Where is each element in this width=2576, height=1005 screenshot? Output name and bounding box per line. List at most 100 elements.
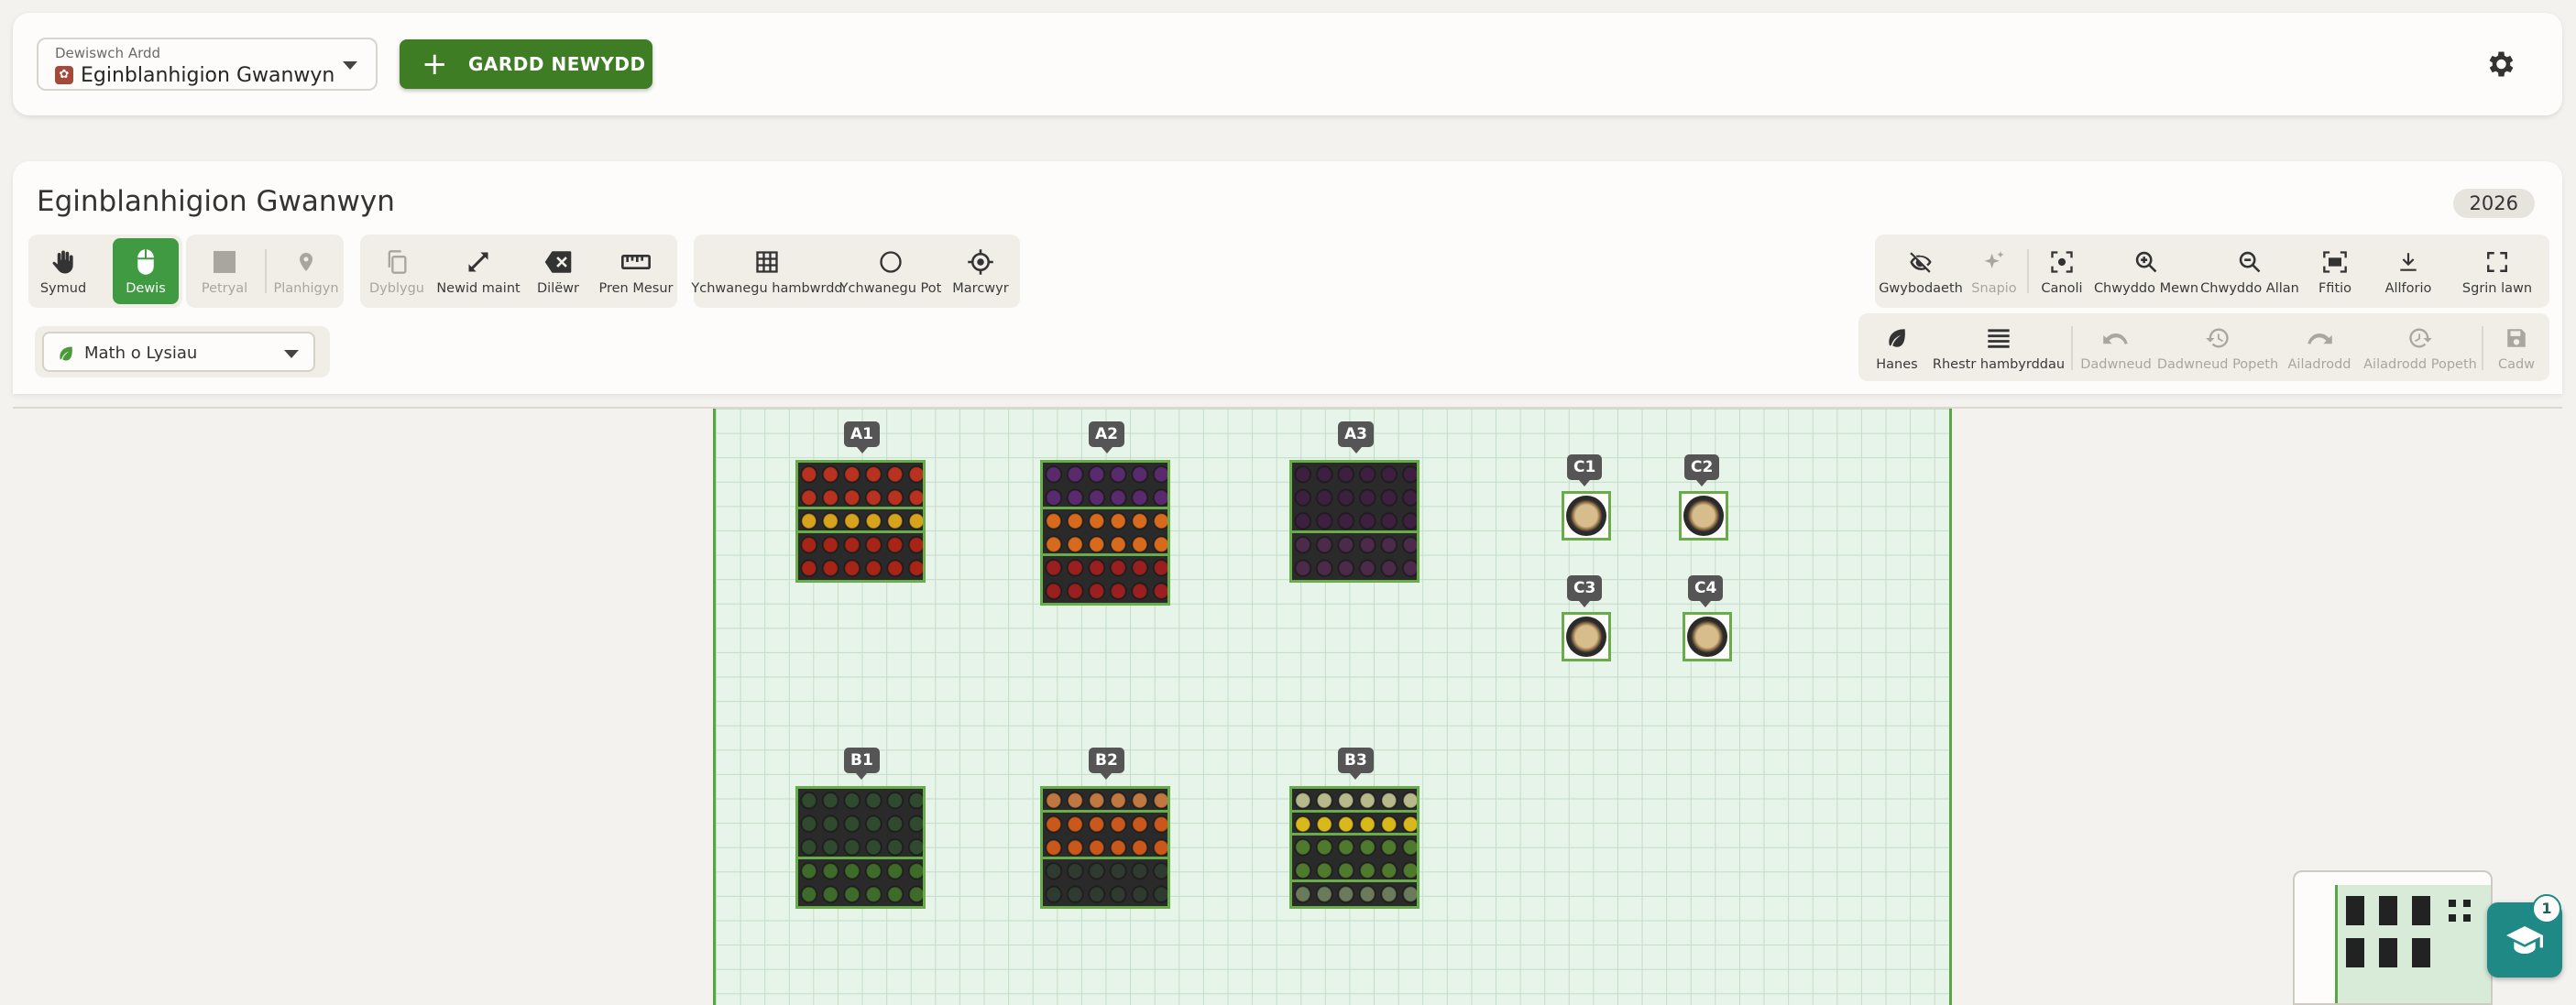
list-icon <box>1983 322 2014 354</box>
pan-tool[interactable]: Symud <box>28 235 98 308</box>
divider <box>265 249 267 293</box>
select-tool[interactable]: Dewis <box>113 238 179 304</box>
resize-tool[interactable]: Newid maint <box>436 235 521 308</box>
tray-section[interactable] <box>798 463 923 509</box>
tray-section[interactable] <box>1043 812 1167 859</box>
seed-tray-a3[interactable] <box>1289 460 1420 583</box>
tray-section[interactable] <box>798 858 923 906</box>
seed-tray-a1[interactable] <box>795 460 926 583</box>
tray-list-label: Rhestr hambyrddau <box>1932 357 2066 372</box>
vegetable-type-select[interactable]: Math o Lysiau <box>35 326 330 377</box>
center-tool[interactable]: Canoli <box>2033 235 2091 308</box>
seed-tray-b3[interactable] <box>1289 786 1420 909</box>
tray-section[interactable] <box>1292 812 1417 836</box>
seed-tray-a2[interactable] <box>1040 460 1170 606</box>
pot-c4[interactable] <box>1683 612 1732 661</box>
backspace-icon <box>543 246 574 278</box>
vegetable-type-field[interactable]: Math o Lysiau <box>42 332 315 372</box>
undo-all-tool[interactable]: Dadwneud Popeth <box>2157 313 2278 381</box>
tool-group-view: Gwybodaeth Snapio Canoli Chwyddo Mewn Ch… <box>1875 235 2549 308</box>
undo-tool[interactable]: Dadwneud <box>2077 313 2155 381</box>
fit-tool[interactable]: Ffitio <box>2302 235 2368 308</box>
plus-icon: + <box>422 46 448 82</box>
zoom-out-tool[interactable]: Chwyddo Allan <box>2200 235 2299 308</box>
snap-tool[interactable]: Snapio <box>1965 235 2023 308</box>
garden-canvas[interactable]: A1 A2 A3 B1 B2 B3 C1 C2 C3 C4 <box>13 407 2562 1005</box>
duplicate-tool[interactable]: Dyblygu <box>360 235 433 308</box>
fullscreen-tool[interactable]: Sgrin lawn <box>2449 235 2546 308</box>
editor-panel: Eginblanhigion Gwanwyn 2026 Symud Dewis … <box>13 161 2562 394</box>
tray-section[interactable] <box>1043 858 1167 906</box>
delete-tool[interactable]: Dilëwr <box>523 235 593 308</box>
grid-icon <box>751 246 783 278</box>
notification-badge: 1 <box>2532 894 2561 923</box>
tray-section[interactable] <box>1292 882 1417 906</box>
history-tool[interactable]: Hanes <box>1866 313 1928 381</box>
tray-section[interactable] <box>798 532 923 580</box>
tray-section[interactable] <box>798 509 923 533</box>
plant-tool[interactable]: Planhigyn <box>269 235 344 308</box>
tray-section[interactable] <box>1043 463 1167 509</box>
snap-label: Snapio <box>1971 281 2017 296</box>
zoom-in-tool[interactable]: Chwyddo Mewn <box>2094 235 2198 308</box>
tray-section[interactable] <box>1292 789 1417 813</box>
tray-section[interactable] <box>1292 463 1417 533</box>
tray-section[interactable] <box>798 789 923 859</box>
tray-section[interactable] <box>1292 836 1417 882</box>
divider <box>2482 326 2483 370</box>
tool-group-add: Ychwanegu hambwrdd Ychwanegu Pot Marcwyr <box>691 235 1020 308</box>
add-pot-label: Ychwanegu Pot <box>839 281 942 296</box>
redo-tool[interactable]: Ailadrodd <box>2280 313 2359 381</box>
ruler-tool[interactable]: Pren Mesur <box>597 235 675 308</box>
delete-label: Dilëwr <box>537 281 579 296</box>
bed-label: B3 <box>1338 748 1374 780</box>
pot-soil <box>1687 617 1727 657</box>
zoom-in-icon <box>2131 246 2162 278</box>
pot-c3[interactable] <box>1562 612 1611 661</box>
add-pot-tool[interactable]: Ychwanegu Pot <box>839 235 942 308</box>
redo-all-tool[interactable]: Ailadrodd Popeth <box>2362 313 2478 381</box>
graduation-cap-icon <box>2506 926 2543 954</box>
save-tool[interactable]: Cadw <box>2487 313 2546 381</box>
chevron-down-icon <box>343 61 357 70</box>
export-tool[interactable]: Allforio <box>2372 235 2445 308</box>
bed-label: A3 <box>1338 421 1374 453</box>
plant-label: Planhigyn <box>273 281 339 296</box>
seed-tray-b1[interactable] <box>795 786 926 909</box>
undo-label: Dadwneud <box>2080 357 2152 372</box>
garden-icon: ✿ <box>55 66 73 84</box>
pot-c2[interactable] <box>1679 491 1728 541</box>
tray-section[interactable] <box>1043 556 1167 603</box>
chevron-down-icon <box>284 350 299 358</box>
info-visibility-tool[interactable]: Gwybodaeth <box>1879 235 1963 308</box>
seed-tray-b2[interactable] <box>1040 786 1170 909</box>
minimap-pot <box>2449 914 2456 922</box>
bed-label: A1 <box>844 421 880 453</box>
redo-icon <box>2304 322 2335 354</box>
garden-select[interactable]: Dewiswch Ardd ✿ Eginblanhigion Gwanwyn <box>37 38 378 91</box>
rectangle-tool[interactable]: Petryal <box>186 235 263 308</box>
pot-label: C2 <box>1684 454 1720 486</box>
new-garden-label: GARDD NEWYDD <box>468 53 646 75</box>
sparkle-icon <box>1979 246 2010 278</box>
year-badge[interactable]: 2026 <box>2452 189 2535 218</box>
eye-off-icon <box>1905 246 1936 278</box>
new-garden-button[interactable]: + GARDD NEWYDD <box>400 39 652 89</box>
tray-list-tool[interactable]: Rhestr hambyrddau <box>1932 313 2066 381</box>
map-pin-icon <box>290 246 322 278</box>
tray-section[interactable] <box>1043 509 1167 556</box>
minimap[interactable] <box>2293 870 2493 1005</box>
pot-c1[interactable] <box>1562 491 1611 541</box>
square-icon <box>209 246 240 278</box>
add-tray-tool[interactable]: Ychwanegu hambwrdd <box>691 235 843 308</box>
circle-icon <box>875 246 906 278</box>
resize-label: Newid maint <box>436 281 521 296</box>
marker-tool[interactable]: Marcwyr <box>943 235 1018 308</box>
gear-icon[interactable] <box>2483 48 2516 81</box>
leaf-icon <box>57 344 75 366</box>
ruler-icon <box>620 246 652 278</box>
copy-icon <box>381 246 412 278</box>
mouse-icon <box>130 246 161 278</box>
tray-section[interactable] <box>1043 789 1167 813</box>
tray-section[interactable] <box>1292 532 1417 580</box>
